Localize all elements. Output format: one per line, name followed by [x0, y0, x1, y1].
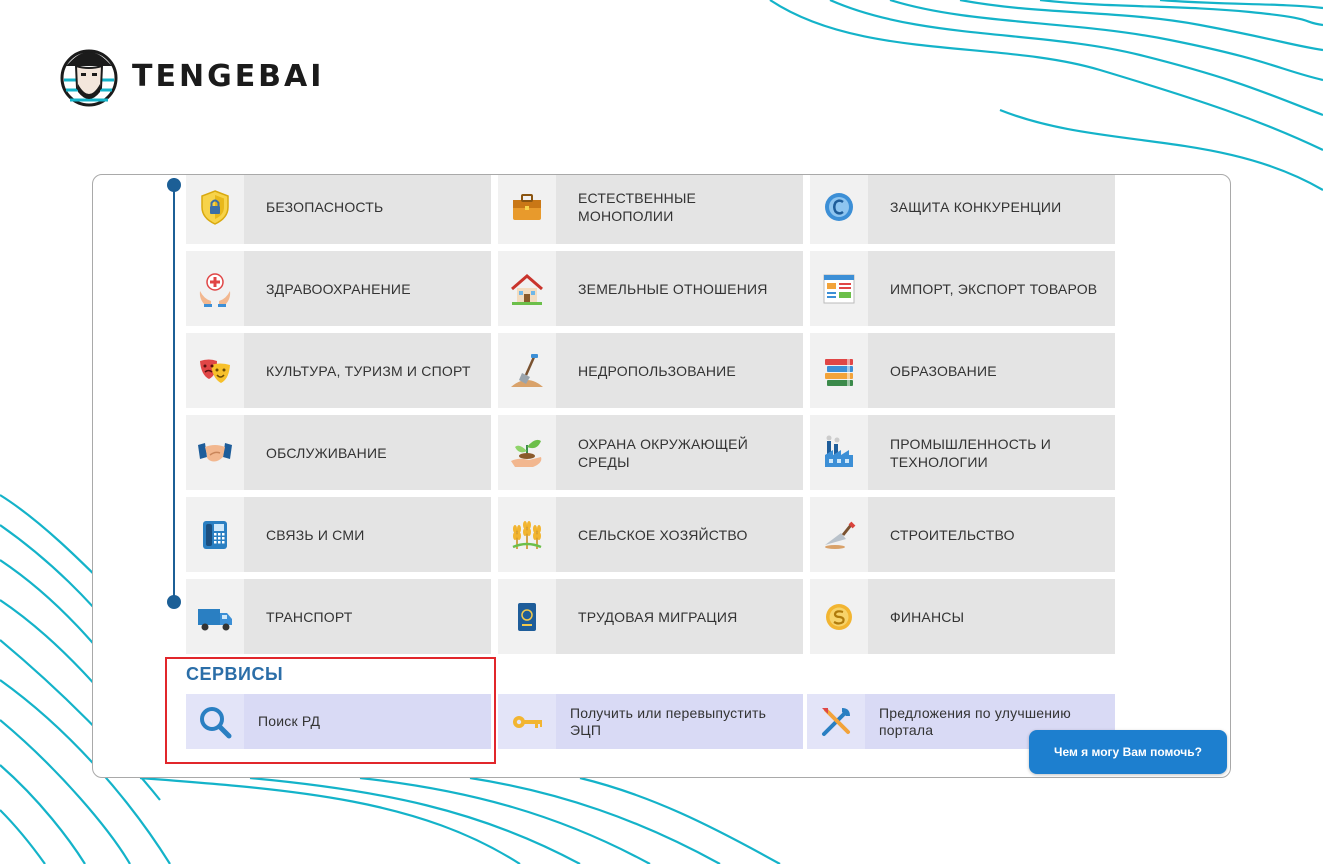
category-label: НЕДРОПОЛЬЗОВАНИЕ: [578, 362, 736, 379]
category-label: ЕСТЕСТВЕННЫЕ МОНОПОЛИИ: [578, 189, 697, 224]
timeline-line: [173, 178, 175, 602]
category-tile[interactable]: ИМПОРТ, ЭКСПОРТ ТОВАРОВ: [810, 251, 1115, 326]
category-tile[interactable]: ФИНАНСЫ: [810, 579, 1115, 654]
telephone-icon: [203, 520, 227, 549]
category-tile[interactable]: СВЯЗЬ И СМИ: [186, 497, 491, 572]
category-label: ТРАНСПОРТ: [266, 608, 353, 625]
key-icon: [513, 715, 542, 728]
category-label: ИМПОРТ, ЭКСПОРТ ТОВАРОВ: [890, 280, 1098, 297]
category-tile[interactable]: ТРАНСПОРТ: [186, 579, 491, 654]
factory-icon: [825, 435, 853, 467]
books-icon: [825, 358, 853, 386]
plant-hand-icon: [511, 439, 542, 467]
category-label: ОБРАЗОВАНИЕ: [890, 362, 997, 379]
category-tile[interactable]: ЗДРАВООХРАНЕНИЕ: [186, 251, 491, 326]
category-label: ЗЕМЕЛЬНЫЕ ОТНОШЕНИЯ: [578, 280, 768, 297]
category-label: СВЯЗЬ И СМИ: [266, 526, 365, 543]
category-grid: БЕЗОПАСНОСТЬ ЕСТЕСТВЕННЫЕ МОНОПОЛИИ ЗАЩИ…: [186, 175, 1116, 654]
passport-icon: [518, 602, 536, 631]
tools-icon: [822, 707, 850, 736]
category-tile[interactable]: ЕСТЕСТВЕННЫЕ МОНОПОЛИИ: [498, 175, 803, 244]
brand-logo[interactable]: TENGEBAI: [60, 40, 324, 112]
portal-screenshot: БЕЗОПАСНОСТЬ ЕСТЕСТВЕННЫЕ МОНОПОЛИИ ЗАЩИ…: [92, 174, 1231, 778]
brand-name: TENGEBAI: [132, 58, 325, 94]
medical-cross-hands-icon: [199, 272, 231, 307]
shield-lock-icon: [201, 189, 229, 225]
category-label: ОХРАНА ОКРУЖАЮЩЕЙ СРЕДЫ: [578, 435, 748, 470]
timeline-dot-top: [167, 178, 181, 192]
trowel-icon: [825, 521, 856, 549]
briefcase-icon: [513, 193, 541, 220]
document-list-icon: [823, 274, 855, 303]
category-label: ТРУДОВАЯ МИГРАЦИЯ: [578, 608, 738, 625]
category-tile[interactable]: НЕДРОПОЛЬЗОВАНИЕ: [498, 333, 803, 408]
timeline-dot-bottom: [167, 595, 181, 609]
category-label: ОБСЛУЖИВАНИЕ: [266, 444, 387, 461]
mascot-logo-icon: [60, 49, 118, 107]
service-label: Получить или перевыпустить ЭЦП: [570, 704, 767, 738]
shovel-icon: [511, 353, 543, 387]
house-icon: [511, 273, 543, 305]
category-tile[interactable]: ПРОМЫШЛЕННОСТЬ И ТЕХНОЛОГИИ: [810, 415, 1115, 490]
category-tile[interactable]: ОБРАЗОВАНИЕ: [810, 333, 1115, 408]
category-label: ЗДРАВООХРАНЕНИЕ: [266, 280, 411, 297]
category-tile[interactable]: СТРОИТЕЛЬСТВО: [810, 497, 1115, 572]
category-tile[interactable]: ОБСЛУЖИВАНИЕ: [186, 415, 491, 490]
category-label: СТРОИТЕЛЬСТВО: [890, 526, 1015, 543]
category-tile[interactable]: ОХРАНА ОКРУЖАЮЩЕЙ СРЕДЫ: [498, 415, 803, 490]
truck-icon: [198, 608, 232, 630]
category-label: КУЛЬТУРА, ТУРИЗМ И СПОРТ: [266, 362, 471, 379]
service-ecp[interactable]: Получить или перевыпустить ЭЦП: [498, 694, 803, 749]
theater-masks-icon: [200, 359, 230, 383]
category-tile[interactable]: БЕЗОПАСНОСТЬ: [186, 175, 491, 244]
wheat-icon: [512, 520, 542, 549]
category-label: СЕЛЬСКОЕ ХОЗЯЙСТВО: [578, 526, 748, 543]
category-label: ЗАЩИТА КОНКУРЕНЦИИ: [890, 198, 1062, 215]
category-tile[interactable]: СЕЛЬСКОЕ ХОЗЯЙСТВО: [498, 497, 803, 572]
category-tile[interactable]: ЗАЩИТА КОНКУРЕНЦИИ: [810, 175, 1115, 244]
category-tile[interactable]: ТРУДОВАЯ МИГРАЦИЯ: [498, 579, 803, 654]
chat-help-button[interactable]: Чем я могу Вам помочь?: [1029, 730, 1227, 774]
category-label: ПРОМЫШЛЕННОСТЬ И ТЕХНОЛОГИИ: [890, 435, 1052, 470]
category-label: ФИНАНСЫ: [890, 608, 965, 625]
category-tile[interactable]: КУЛЬТУРА, ТУРИЗМ И СПОРТ: [186, 333, 491, 408]
copyright-badge-icon: [825, 192, 853, 221]
highlight-box: [165, 657, 496, 764]
category-label: БЕЗОПАСНОСТЬ: [266, 198, 384, 215]
coins-icon: [826, 603, 852, 630]
handshake-icon: [198, 442, 232, 461]
category-tile[interactable]: ЗЕМЕЛЬНЫЕ ОТНОШЕНИЯ: [498, 251, 803, 326]
